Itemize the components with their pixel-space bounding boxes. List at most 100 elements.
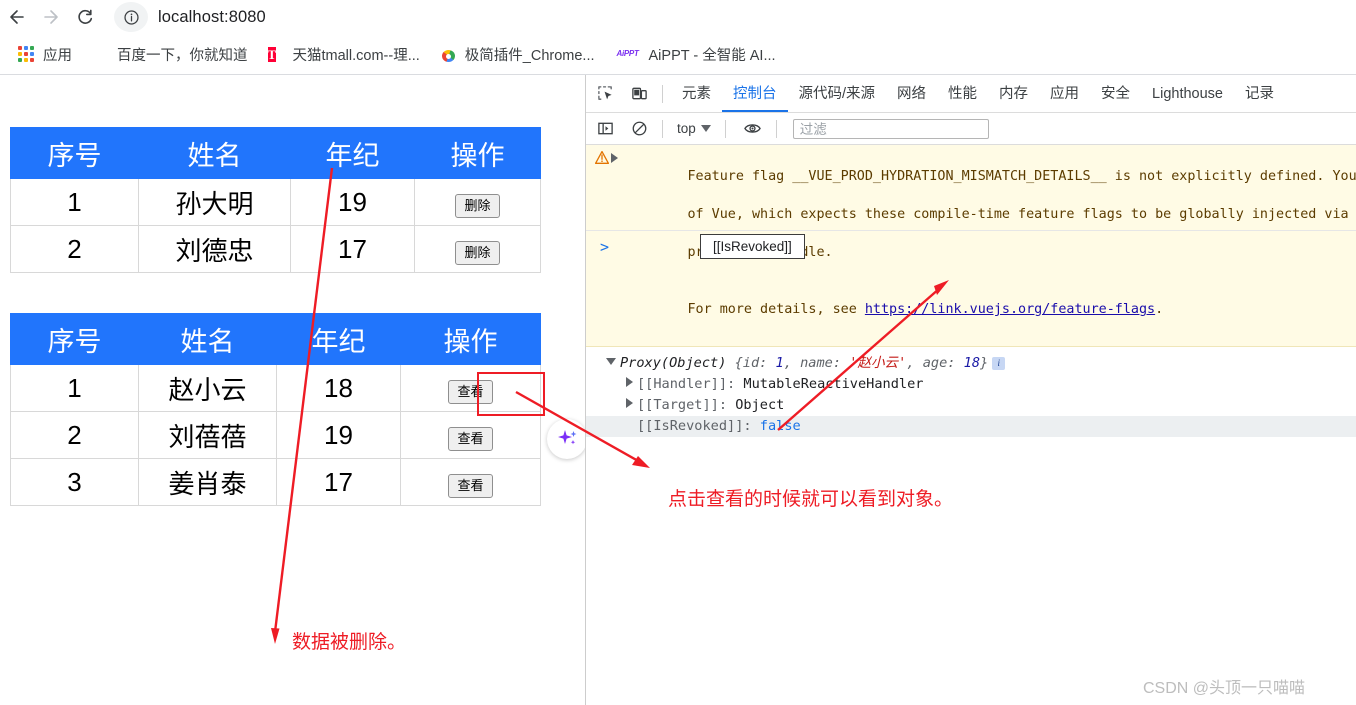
inspect-element-button[interactable]: [590, 79, 620, 109]
browser-toolbar: localhost:8080: [0, 0, 1356, 34]
expand-triangle-icon[interactable]: [626, 377, 633, 387]
delete-button[interactable]: 删除: [455, 240, 500, 266]
cell-action: 查看: [400, 458, 541, 506]
reload-button[interactable]: [68, 0, 102, 34]
tab-application[interactable]: 应用: [1039, 76, 1090, 112]
property-value: MutableReactiveHandler: [743, 376, 924, 392]
tab-security[interactable]: 安全: [1090, 76, 1141, 112]
student-table-2: 序号 姓名 年纪 操作 1 赵小云 18 查看 2 刘蓓蓓 19 查看 3 姜肖…: [10, 313, 541, 506]
cell-action: 查看: [400, 364, 541, 412]
delete-button[interactable]: 删除: [455, 193, 500, 219]
prop-name-key: name:: [800, 355, 850, 371]
cell-name: 姜肖泰: [138, 458, 277, 506]
tab-network[interactable]: 网络: [886, 76, 937, 112]
property-key: [[Handler]]:: [637, 376, 736, 392]
forward-button[interactable]: [34, 0, 68, 34]
view-button[interactable]: 查看: [448, 379, 493, 405]
collapse-triangle-icon[interactable]: [606, 358, 616, 365]
tab-recorder[interactable]: 记录: [1234, 76, 1285, 112]
view-button[interactable]: 查看: [448, 473, 493, 499]
annotation-delete-note: 数据被删除。: [292, 632, 407, 653]
device-toolbar-icon: [631, 87, 647, 100]
brace-open: {: [734, 355, 743, 371]
cell-action: 删除: [414, 225, 541, 273]
bookmark-tmall[interactable]: T 天猫tmall.com--理...: [262, 40, 426, 68]
object-property-target[interactable]: [[Target]]: Object: [586, 395, 1356, 416]
column-header-index: 序号: [10, 313, 139, 365]
cell-name: 孙大明: [138, 178, 291, 226]
feature-flags-link[interactable]: https://link.vuejs.org/feature-flags: [865, 302, 1155, 317]
cell-index: 3: [10, 458, 139, 506]
bookmark-apps[interactable]: 应用: [12, 40, 78, 68]
url-text: localhost:8080: [158, 7, 266, 26]
bookmark-label: 百度一下，你就知道: [117, 47, 248, 64]
info-circle-icon: [123, 9, 139, 25]
ai-sparkle-icon: [558, 430, 577, 445]
tab-lighthouse[interactable]: Lighthouse: [1141, 76, 1234, 112]
tab-elements[interactable]: 元素: [671, 76, 722, 112]
console-toolbar: top 过滤: [586, 113, 1356, 145]
bookmark-label: 天猫tmall.com--理...: [292, 47, 420, 64]
tab-console[interactable]: 控制台: [722, 76, 788, 112]
site-info-button[interactable]: [114, 2, 148, 32]
console-toolbar-divider: [662, 119, 663, 138]
sep-1: ,: [783, 355, 801, 371]
cell-index: 1: [10, 178, 139, 226]
bookmark-baidu[interactable]: 百度一下，你就知道: [86, 40, 254, 68]
live-expression-button[interactable]: [738, 114, 768, 144]
cell-name: 赵小云: [138, 364, 277, 412]
warning-line-4-prefix: For more details, see: [687, 302, 865, 317]
console-toolbar-divider-3: [775, 119, 777, 138]
object-property-handler[interactable]: [[Handler]]: MutableReactiveHandler: [586, 374, 1356, 395]
csdn-watermark: CSDN @头顶一只喵喵: [1143, 680, 1306, 697]
aippt-icon: AiPPT: [616, 49, 639, 58]
bookmark-chrome-store[interactable]: 极简插件_Chrome...: [434, 40, 601, 68]
property-key: [[Target]]:: [637, 397, 728, 413]
table-header-row: 序号 姓名 年纪 操作: [10, 127, 541, 179]
baidu-icon: [92, 46, 109, 63]
cell-age: 18: [276, 364, 401, 412]
tab-performance[interactable]: 性能: [937, 76, 988, 112]
table-row: 2 刘蓓蓓 19 查看: [10, 411, 541, 459]
prop-id-key: id:: [742, 355, 776, 371]
devtools-tabbar: 元素 控制台 源代码/来源 网络 性能 内存 应用 安全 Lighthouse …: [586, 75, 1356, 113]
back-arrow-icon: [10, 10, 24, 24]
bookmark-label: 极简插件_Chrome...: [464, 47, 595, 64]
forward-arrow-icon: [44, 10, 58, 24]
cell-age: 19: [290, 178, 415, 226]
warning-line-2: of Vue, which expects these compile-time…: [687, 207, 1356, 222]
clear-console-button[interactable]: [624, 114, 654, 144]
expand-warning-triangle-icon[interactable]: [611, 153, 618, 163]
table-row: 3 姜肖泰 17 查看: [10, 458, 541, 506]
expand-triangle-icon[interactable]: [626, 398, 633, 408]
view-button[interactable]: 查看: [448, 426, 493, 452]
console-prompt-divider: [586, 230, 1356, 231]
tab-memory[interactable]: 内存: [988, 76, 1039, 112]
execution-context-dropdown[interactable]: top: [671, 118, 717, 140]
tab-sources[interactable]: 源代码/来源: [788, 76, 887, 112]
console-prompt-caret-icon[interactable]: >: [600, 238, 609, 256]
inspect-element-icon: [597, 86, 612, 100]
cell-index: 1: [10, 364, 139, 412]
brace-close: }: [980, 355, 989, 371]
device-toolbar-button[interactable]: [624, 79, 654, 109]
bookmark-aippt[interactable]: AiPPT AiPPT - 全智能 AI...: [609, 40, 782, 68]
column-header-action: 操作: [414, 127, 541, 179]
object-property-isrevoked[interactable]: [[IsRevoked]]: false: [586, 416, 1356, 437]
console-sidebar-button[interactable]: [590, 114, 620, 144]
cell-age: 19: [276, 411, 401, 459]
live-expression-eye-icon: [744, 124, 762, 133]
back-button[interactable]: [0, 0, 34, 34]
execution-context-label: top: [677, 121, 696, 136]
prop-age-key: age:: [922, 355, 964, 371]
cell-name: 刘德忠: [138, 225, 291, 273]
property-value: false: [759, 418, 801, 434]
ai-sparkle-badge[interactable]: [547, 419, 587, 459]
column-header-index: 序号: [10, 127, 139, 179]
prop-name-value: '赵小云': [849, 355, 907, 371]
address-bar[interactable]: localhost:8080: [114, 2, 1356, 32]
proxy-object-summary[interactable]: Proxy(Object) {id: 1, name: '赵小云', age: …: [586, 353, 1356, 374]
info-badge-icon[interactable]: i: [992, 357, 1006, 370]
console-filter-input[interactable]: 过滤: [792, 118, 989, 139]
sep-2: ,: [906, 355, 923, 371]
